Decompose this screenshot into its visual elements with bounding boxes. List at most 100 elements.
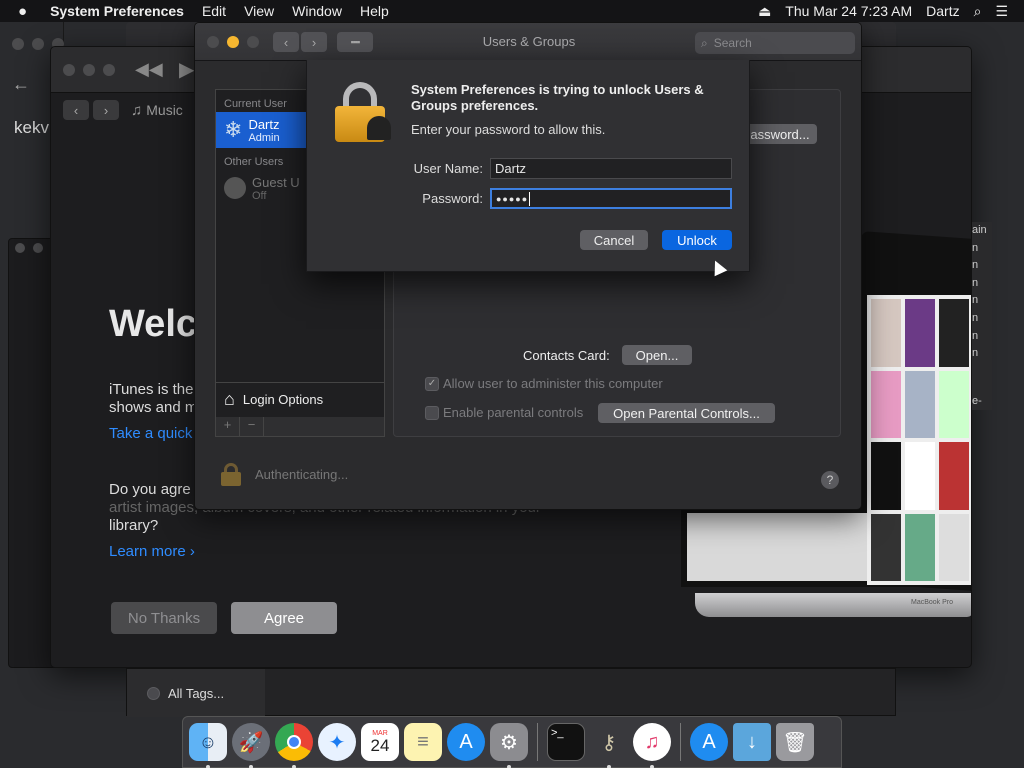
calendar-day: 24 — [370, 735, 390, 755]
login-options-row[interactable]: ⌂ Login Options — [216, 382, 384, 416]
agree-text-1: Do you agre — [109, 481, 191, 498]
terminal-icon[interactable]: >_ — [547, 723, 585, 761]
list-item: n — [972, 347, 979, 360]
cancel-button[interactable]: Cancel — [580, 230, 648, 250]
background-sidebar-list: ain n n n n n n n e- — [972, 222, 992, 411]
calendar-icon[interactable]: MAR 24 — [361, 723, 399, 761]
window-controls[interactable] — [15, 243, 43, 253]
menu-view[interactable]: View — [235, 3, 283, 19]
user-menu[interactable]: Dartz — [919, 3, 966, 19]
app-store-icon[interactable]: A — [447, 723, 485, 761]
username-field[interactable]: Dartz — [490, 158, 732, 179]
padlock-icon — [333, 82, 391, 144]
checkbox-unchecked — [425, 405, 439, 420]
list-item: n — [972, 259, 979, 272]
play-icon[interactable]: ▶ — [179, 57, 194, 82]
list-item: n — [972, 276, 979, 289]
menu-help[interactable]: Help — [351, 3, 398, 19]
guest-avatar-icon — [224, 177, 246, 199]
list-item: n — [972, 311, 979, 324]
bg-window-text: kekv — [14, 118, 49, 137]
guest-status: Off — [252, 189, 267, 202]
trash-icon[interactable]: 🗑 — [776, 723, 814, 761]
tag-circle-icon — [147, 686, 160, 700]
itunes-forward-button[interactable]: › — [93, 100, 119, 120]
agree-text-3: library? — [109, 517, 159, 534]
clock[interactable]: Thu Mar 24 7:23 AM — [778, 3, 919, 19]
snowflake-avatar-icon: ❄ — [224, 117, 243, 142]
rewind-icon[interactable]: ◀◀ — [135, 59, 163, 80]
itunes-window-controls[interactable] — [63, 64, 115, 76]
system-preferences-icon[interactable]: ⚙ — [490, 723, 528, 768]
username-label: User Name: — [413, 161, 483, 176]
parental-controls-label: Enable parental controls — [443, 405, 584, 420]
help-button[interactable]: ? — [821, 471, 839, 489]
agree-button[interactable]: Agree — [231, 602, 337, 634]
tags-sidebar: All Tags... — [127, 669, 265, 717]
back-arrow-icon[interactable]: ← — [12, 74, 30, 95]
contacts-card-label: Contacts Card: — [523, 348, 610, 363]
checkbox-checked: ✓ — [425, 376, 439, 391]
password-dots: ●●●●● — [496, 193, 529, 204]
menu-window[interactable]: Window — [283, 3, 351, 19]
media-picker[interactable]: Music — [146, 102, 183, 118]
background-window-tags: All Tags... — [126, 668, 896, 717]
apple-menu-icon[interactable]: ● — [0, 3, 41, 20]
laptop-label: MacBook Pro — [911, 599, 954, 606]
menu-list-icon[interactable]: ☰ — [988, 3, 1024, 20]
launchpad-icon[interactable]: 🚀 — [232, 723, 270, 768]
add-user-button[interactable]: + — [216, 417, 240, 436]
notes-icon[interactable]: ≡ — [404, 723, 442, 761]
guest-name: Guest U — [252, 174, 300, 190]
open-parental-controls-button[interactable]: Open Parental Controls... — [598, 403, 775, 423]
remove-user-button[interactable]: − — [240, 417, 264, 436]
take-a-quick-tour-link[interactable]: Take a quick — [109, 425, 192, 442]
text-cursor — [529, 191, 531, 206]
album-grid — [867, 295, 971, 585]
unlock-dialog: System Preferences is trying to unlock U… — [306, 60, 750, 277]
open-contacts-button[interactable]: Open... — [622, 345, 692, 365]
lock-status[interactable]: Authenticating... — [221, 463, 348, 486]
add-remove-bar: + − — [215, 417, 385, 437]
lock-icon — [221, 463, 241, 486]
users-silhouette-icon — [367, 116, 391, 140]
search-icon: ⌕ — [701, 35, 708, 50]
list-item: n — [972, 294, 979, 307]
parental-controls-checkbox: Enable parental controls — [425, 405, 583, 420]
unlock-button[interactable]: Unlock — [662, 230, 732, 250]
dialog-title-2: Groups preferences. — [411, 98, 539, 113]
intro-text-1: iTunes is the — [109, 381, 194, 398]
change-password-button[interactable]: assword... — [743, 124, 817, 144]
dialog-message: Enter your password to allow this. — [411, 122, 606, 137]
keychain-icon[interactable]: ⚷ — [590, 723, 628, 768]
user-name: Dartz — [248, 116, 280, 132]
itunes-back-button[interactable]: ‹ — [63, 100, 89, 120]
music-note-icon: ♫ — [131, 101, 143, 119]
status-menus: ⏏ Thu Mar 24 7:23 AM Dartz ⌕ ☰ — [751, 0, 1024, 22]
password-field[interactable]: ●●●●● — [490, 188, 732, 209]
eject-icon[interactable]: ⏏ — [751, 3, 778, 20]
itunes-icon[interactable]: ♫ — [633, 723, 671, 768]
allow-admin-checkbox: ✓ Allow user to administer this computer — [425, 376, 663, 391]
app-store-folder-icon[interactable]: A — [690, 723, 728, 761]
all-tags-item[interactable]: All Tags... — [168, 686, 224, 701]
downloads-folder-icon[interactable]: ↓ — [733, 723, 771, 761]
learn-more-link[interactable]: Learn more › — [109, 543, 195, 560]
password-label: Password: — [422, 191, 483, 206]
chrome-icon[interactable] — [275, 723, 313, 768]
users-groups-toolbar: ‹ › ▪▪▪▪ Users & Groups ⌕ Search — [195, 23, 861, 61]
finder-icon[interactable]: ☺ — [189, 723, 227, 768]
house-icon: ⌂ — [224, 389, 235, 409]
chevron-right-icon: › — [189, 543, 195, 560]
list-item: ain — [972, 224, 987, 236]
list-item: e- — [972, 394, 982, 407]
list-item: n — [972, 329, 979, 342]
menu-edit[interactable]: Edit — [193, 3, 235, 19]
no-thanks-button[interactable]: No Thanks — [111, 602, 217, 634]
safari-icon[interactable]: ✦ — [318, 723, 356, 761]
search-icon[interactable]: ⌕ — [967, 3, 989, 20]
search-field[interactable]: ⌕ Search — [695, 32, 855, 54]
app-menu[interactable]: System Preferences — [41, 3, 193, 19]
login-options-label: Login Options — [242, 392, 324, 407]
allow-admin-label: Allow user to administer this computer — [443, 376, 663, 391]
